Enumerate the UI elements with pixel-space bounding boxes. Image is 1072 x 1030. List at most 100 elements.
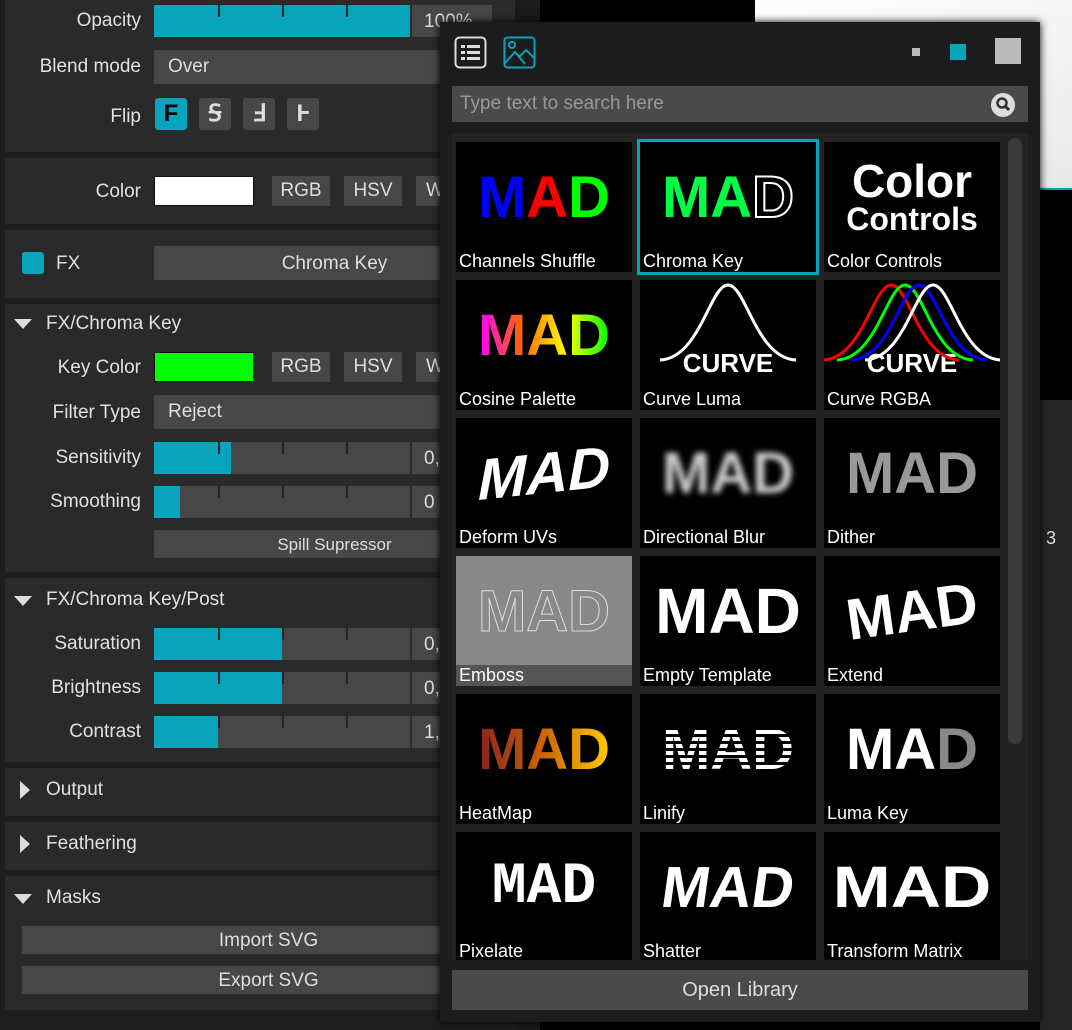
fx-tile-label: Empty Template bbox=[643, 665, 772, 685]
chroma-key-header[interactable]: FX/Chroma Key bbox=[46, 313, 181, 335]
fx-tile-label: Deform UVs bbox=[459, 527, 558, 547]
slider-tick bbox=[282, 672, 284, 684]
fx-tile-label: Curve RGBA bbox=[827, 389, 932, 409]
fx-thumbnail: MAD bbox=[661, 164, 795, 231]
slider-tick bbox=[218, 486, 220, 498]
fx-tile[interactable]: MAD Transform Matrix bbox=[824, 832, 1000, 960]
fx-tile[interactable]: MAD Empty Template bbox=[640, 556, 816, 686]
sensitivity-slider[interactable] bbox=[154, 442, 410, 474]
brightness-slider[interactable] bbox=[154, 672, 410, 704]
key-hsv-button[interactable]: HSV bbox=[344, 352, 402, 382]
medium-thumbnails-button[interactable] bbox=[950, 44, 966, 60]
fx-tile[interactable]: CURVE Curve RGBA bbox=[824, 280, 1000, 410]
key-color-label: Key Color bbox=[57, 357, 141, 378]
fx-thumbnail: MAD bbox=[661, 440, 795, 506]
fx-tile-label: Dither bbox=[827, 527, 876, 547]
fx-tile[interactable]: MAD Emboss bbox=[456, 556, 632, 686]
fx-enabled-checkbox[interactable] bbox=[22, 252, 44, 274]
list-view-icon[interactable] bbox=[454, 36, 487, 69]
collapse-triangle-icon[interactable] bbox=[14, 319, 32, 329]
slider-tick bbox=[282, 5, 284, 17]
background-value: 3 bbox=[1046, 528, 1057, 548]
slider-tick bbox=[346, 628, 348, 640]
masks-header[interactable]: Masks bbox=[46, 887, 101, 909]
key-rgb-button[interactable]: RGB bbox=[272, 352, 330, 382]
slider-tick bbox=[346, 5, 348, 17]
fx-tile[interactable]: MAD Dither bbox=[824, 418, 1000, 548]
fx-thumbnail: MAD bbox=[477, 433, 611, 513]
background-panel bbox=[1040, 400, 1072, 1030]
saturation-slider[interactable] bbox=[154, 628, 410, 660]
grid-scrollbar[interactable] bbox=[1008, 138, 1022, 744]
saturation-label: Saturation bbox=[54, 633, 141, 654]
fx-tile-label: Channels Shuffle bbox=[459, 251, 596, 271]
flip-horizontal-button[interactable]: Ꟊ bbox=[199, 98, 231, 130]
blend-mode-label: Blend mode bbox=[39, 56, 141, 77]
slider-tick bbox=[218, 672, 220, 684]
smoothing-slider[interactable] bbox=[154, 486, 410, 518]
collapse-triangle-icon[interactable] bbox=[14, 894, 32, 904]
contrast-slider[interactable] bbox=[154, 716, 410, 748]
flip-both-button[interactable]: Ⱶ bbox=[287, 98, 319, 130]
slider-fill bbox=[154, 486, 180, 518]
fx-tile[interactable]: Color Controls Color Controls bbox=[824, 142, 1000, 272]
color-label: Color bbox=[95, 181, 141, 202]
fx-tile[interactable]: CURVE Curve Luma bbox=[640, 280, 816, 410]
fx-tile-label: Extend bbox=[827, 665, 884, 685]
fx-tile[interactable]: MAD Cosine Palette bbox=[456, 280, 632, 410]
grid-view-icon[interactable] bbox=[503, 36, 536, 69]
fx-tile[interactable]: MAD Directional Blur bbox=[640, 418, 816, 548]
fx-tile-label: Chroma Key bbox=[643, 251, 744, 271]
post-header[interactable]: FX/Chroma Key/Post bbox=[46, 589, 224, 611]
large-thumbnails-button[interactable] bbox=[995, 38, 1021, 64]
fx-tile[interactable]: MAD Linify bbox=[640, 694, 816, 824]
color-rgb-button[interactable]: RGB bbox=[272, 176, 330, 206]
flip-none-button[interactable]: F bbox=[155, 98, 187, 130]
feathering-header[interactable]: Feathering bbox=[46, 833, 137, 855]
flip-vertical-button[interactable]: Ⅎ bbox=[243, 98, 275, 130]
slider-tick bbox=[346, 672, 348, 684]
fx-tile-label: HeatMap bbox=[459, 803, 533, 823]
fx-tile-label: Curve Luma bbox=[643, 389, 742, 409]
fx-thumbnail: MAD bbox=[477, 716, 611, 782]
expand-triangle-icon[interactable] bbox=[20, 781, 30, 799]
fx-thumbnail: MAD bbox=[845, 716, 979, 782]
fx-thumbnail: MAD bbox=[832, 854, 992, 920]
search-input[interactable]: Type text to search here bbox=[452, 86, 1028, 122]
fx-tile[interactable]: MA D Chroma Key bbox=[637, 139, 819, 275]
fx-tile[interactable]: MA D Luma Key bbox=[824, 694, 1000, 824]
fx-tile[interactable]: MAD HeatMap bbox=[456, 694, 632, 824]
opacity-slider[interactable] bbox=[154, 5, 410, 37]
expand-triangle-icon[interactable] bbox=[20, 835, 30, 853]
fx-tile-label: Color Controls bbox=[827, 251, 943, 271]
slider-tick bbox=[282, 716, 284, 728]
fx-tile-label: Directional Blur bbox=[643, 527, 766, 547]
slider-tick bbox=[218, 628, 220, 640]
collapse-triangle-icon[interactable] bbox=[14, 596, 32, 606]
fx-thumbnail: MAD bbox=[655, 575, 801, 647]
fx-thumbnail: MAD bbox=[477, 302, 611, 368]
fx-tile[interactable]: MAD Extend bbox=[824, 556, 1000, 686]
slider-tick bbox=[282, 486, 284, 498]
fx-tile[interactable]: MAD Deform UVs bbox=[456, 418, 632, 548]
slider-tick bbox=[218, 716, 220, 728]
fx-tile[interactable]: MAD Shatter bbox=[640, 832, 816, 960]
small-thumbnails-button[interactable] bbox=[912, 48, 920, 56]
output-header[interactable]: Output bbox=[46, 779, 103, 801]
fx-tile[interactable]: MAD Pixelate bbox=[456, 832, 632, 960]
key-color-swatch[interactable] bbox=[154, 352, 254, 382]
contrast-label: Contrast bbox=[69, 721, 141, 742]
fx-tile-label: Shatter bbox=[643, 941, 702, 960]
sensitivity-label: Sensitivity bbox=[55, 447, 141, 468]
fx-thumbnail: MAD bbox=[661, 716, 795, 782]
color-swatch[interactable] bbox=[154, 176, 254, 206]
open-library-button[interactable]: Open Library bbox=[452, 970, 1028, 1010]
color-hsv-button[interactable]: HSV bbox=[344, 176, 402, 206]
fx-thumbnail: MAD bbox=[657, 854, 799, 920]
search-icon[interactable] bbox=[991, 93, 1015, 117]
fx-thumbnail: Color Controls bbox=[846, 154, 978, 237]
smoothing-label: Smoothing bbox=[50, 491, 141, 512]
slider-tick bbox=[218, 5, 220, 17]
slider-tick bbox=[346, 486, 348, 498]
fx-tile[interactable]: M A D Channels Shuffle bbox=[456, 142, 632, 272]
